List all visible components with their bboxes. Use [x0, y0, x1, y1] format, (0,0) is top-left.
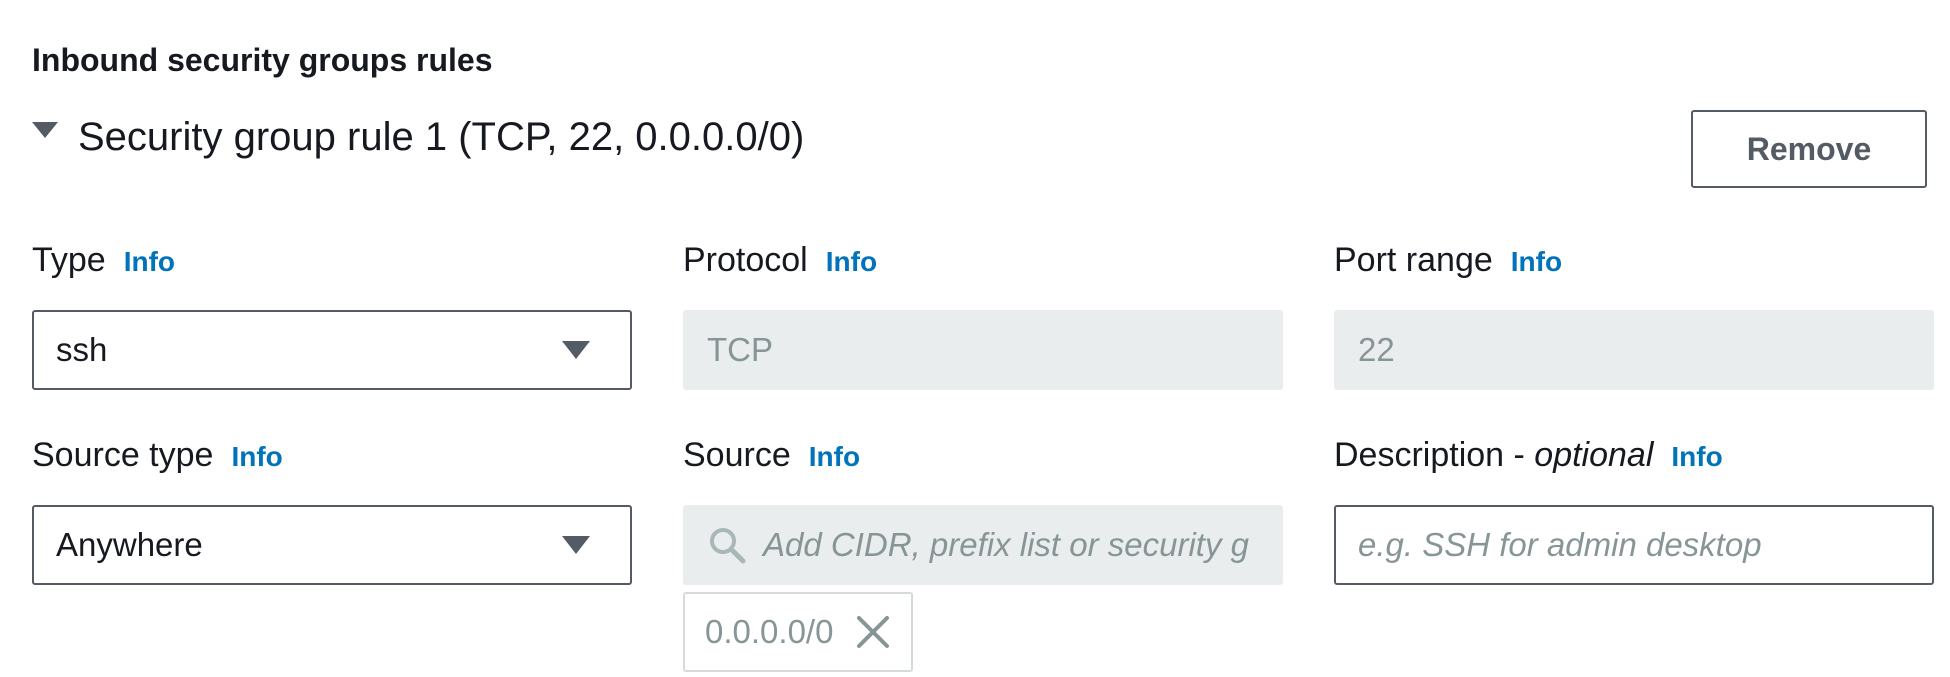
section-title: Inbound security groups rules [32, 42, 493, 78]
port-range-info-link[interactable]: Info [1511, 238, 1562, 286]
source-type-info-link[interactable]: Info [231, 433, 282, 481]
type-info-link[interactable]: Info [124, 238, 175, 286]
description-label-text: Description - [1334, 436, 1535, 474]
rule-title: Security group rule 1 (TCP, 22, 0.0.0.0/… [78, 115, 805, 159]
type-label-text: Type [32, 241, 106, 279]
source-field: Source Info Add CIDR, prefix list or sec… [683, 431, 1283, 585]
source-type-label-text: Source type [32, 436, 214, 474]
protocol-input: TCP [683, 310, 1283, 390]
port-range-input: 22 [1334, 310, 1934, 390]
source-label-text: Source [683, 436, 791, 474]
protocol-value: TCP [707, 331, 773, 368]
protocol-info-link[interactable]: Info [826, 238, 877, 286]
caret-down-icon [32, 122, 58, 138]
caret-down-icon [562, 341, 590, 359]
description-placeholder: e.g. SSH for admin desktop [1358, 526, 1762, 563]
source-type-label: Source type Info [32, 431, 632, 479]
source-type-select[interactable]: Anywhere [32, 505, 632, 585]
source-token-value: 0.0.0.0/0 [705, 613, 834, 650]
search-icon [710, 528, 746, 564]
source-type-field: Source type Info Anywhere [32, 431, 632, 585]
type-select[interactable]: ssh [32, 310, 632, 390]
description-info-link[interactable]: Info [1671, 433, 1722, 481]
type-select-value: ssh [56, 331, 108, 368]
port-range-label-text: Port range [1334, 241, 1493, 279]
close-icon[interactable] [855, 614, 891, 650]
description-optional-text: optional [1534, 436, 1654, 474]
description-field: Description - optional Info e.g. SSH for… [1334, 431, 1934, 585]
source-info-link[interactable]: Info [809, 433, 860, 481]
source-search-input[interactable]: Add CIDR, prefix list or security g [683, 505, 1283, 585]
remove-button[interactable]: Remove [1691, 110, 1927, 188]
type-label: Type Info [32, 236, 632, 284]
port-range-value: 22 [1358, 331, 1395, 368]
rule-expander[interactable]: Security group rule 1 (TCP, 22, 0.0.0.0/… [32, 112, 804, 162]
source-token: 0.0.0.0/0 [683, 592, 914, 672]
source-placeholder: Add CIDR, prefix list or security g [763, 526, 1249, 563]
caret-down-icon [562, 536, 590, 554]
protocol-field: Protocol Info TCP [683, 236, 1283, 390]
source-label: Source Info [683, 431, 1283, 479]
description-input[interactable]: e.g. SSH for admin desktop [1334, 505, 1934, 585]
protocol-label: Protocol Info [683, 236, 1283, 284]
port-range-label: Port range Info [1334, 236, 1934, 284]
port-range-field: Port range Info 22 [1334, 236, 1934, 390]
description-label: Description - optional Info [1334, 431, 1934, 479]
protocol-label-text: Protocol [683, 241, 808, 279]
source-type-select-value: Anywhere [56, 526, 203, 563]
type-field: Type Info ssh [32, 236, 632, 390]
